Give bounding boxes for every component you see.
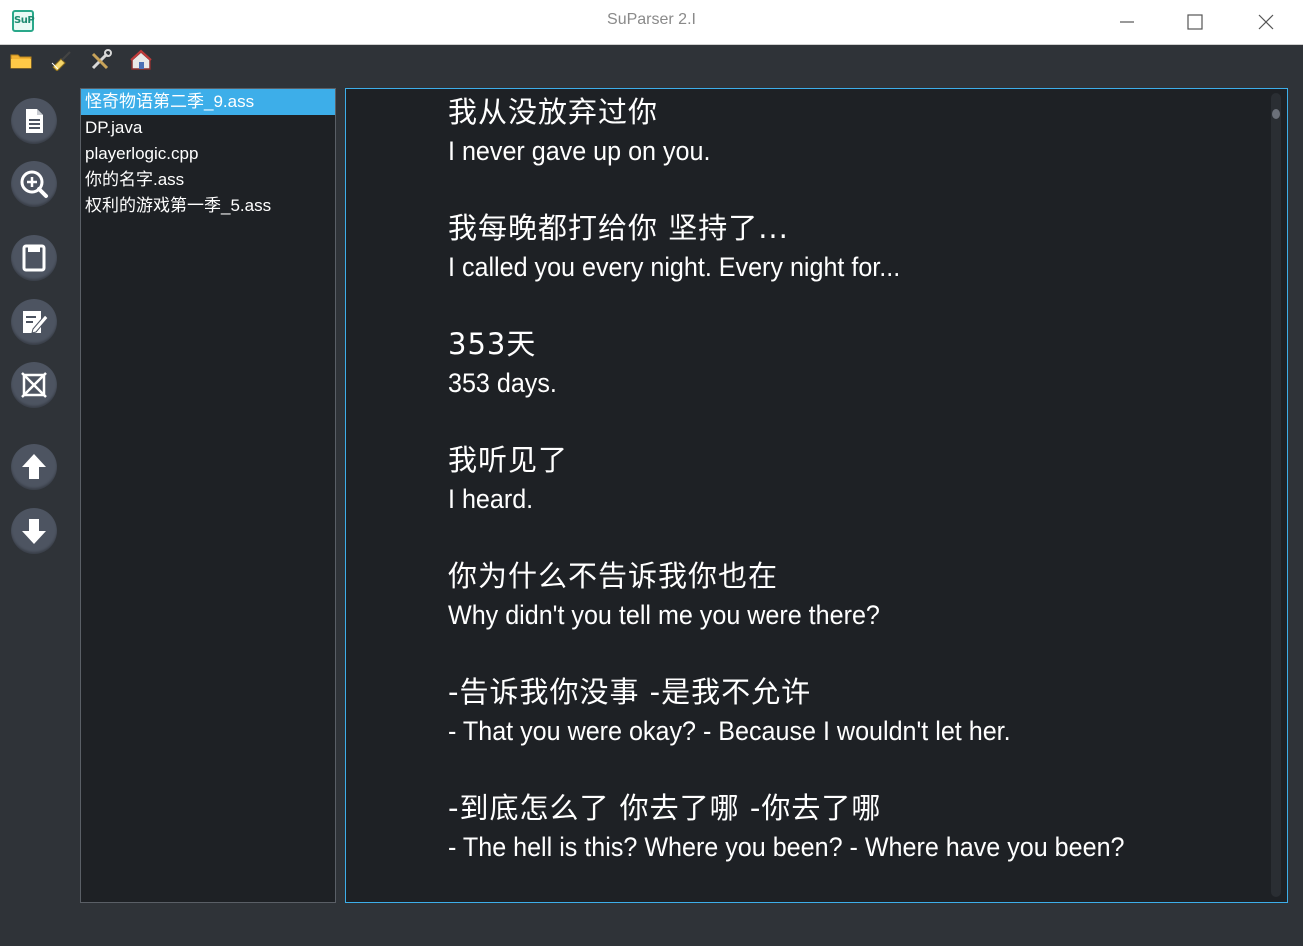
clear-icon bbox=[21, 372, 47, 398]
subtitle-chinese: 你为什么不告诉我你也在 bbox=[448, 559, 779, 593]
subtitle-chinese: 我从没放弃过你 bbox=[448, 95, 659, 129]
subtitle-chinese: -告诉我你没事 -是我不允许 bbox=[448, 675, 812, 709]
subtitle-entry: 你为什么不告诉我你也在 Why didn't you tell me you w… bbox=[448, 556, 912, 634]
scrollbar-thumb[interactable] bbox=[1272, 109, 1280, 119]
edit-button[interactable] bbox=[11, 299, 57, 345]
subtitle-english: Why didn't you tell me you were there? bbox=[448, 600, 880, 630]
minimize-icon bbox=[1120, 21, 1134, 23]
maximize-button[interactable] bbox=[1179, 7, 1211, 37]
subtitle-english: I never gave up on you. bbox=[448, 136, 711, 166]
folder-icon[interactable] bbox=[9, 49, 33, 71]
move-down-button[interactable] bbox=[11, 508, 57, 554]
up-arrow-icon bbox=[22, 454, 46, 479]
subtitle-english: I heard. bbox=[448, 484, 534, 514]
zoom-button[interactable] bbox=[11, 161, 57, 207]
clear-button[interactable] bbox=[11, 362, 57, 408]
file-list-item[interactable]: 你的名字.ass bbox=[81, 167, 335, 193]
subtitle-chinese: -到底怎么了 你去了哪 -你去了哪 bbox=[448, 791, 882, 825]
subtitle-chinese: 我每晚都打给你 坚持了... bbox=[448, 211, 789, 245]
close-button[interactable] bbox=[1250, 7, 1282, 37]
window-title: SuParser 2.I bbox=[607, 11, 696, 28]
file-list-item[interactable]: 权利的游戏第一季_5.ass bbox=[81, 193, 335, 219]
file-list[interactable]: 怪奇物语第二季_9.ass DP.java playerlogic.cpp 你的… bbox=[80, 88, 336, 903]
subtitle-entry: -告诉我你没事 -是我不允许 - That you were okay? - B… bbox=[448, 672, 1053, 750]
subtitle-viewer[interactable]: 我从没放弃过你 I never gave up on you. 我每晚都打给你 … bbox=[345, 88, 1288, 903]
open-document-button[interactable] bbox=[11, 98, 57, 144]
subtitle-entry: 我从没放弃过你 I never gave up on you. bbox=[448, 92, 730, 170]
tools-icon[interactable] bbox=[89, 49, 113, 71]
maximize-icon bbox=[1187, 14, 1203, 30]
subtitle-chinese: 我听见了 bbox=[448, 443, 569, 477]
move-up-button[interactable] bbox=[11, 444, 57, 490]
subtitle-entry: -到底怎么了 你去了哪 -你去了哪 - The hell is this? Wh… bbox=[448, 788, 1175, 866]
title-bar: SuP SuParser 2.I bbox=[0, 0, 1303, 45]
file-list-item[interactable]: 怪奇物语第二季_9.ass bbox=[81, 89, 335, 115]
close-icon bbox=[1258, 14, 1274, 30]
save-icon bbox=[22, 244, 46, 272]
document-icon bbox=[26, 109, 43, 133]
vertical-scrollbar[interactable] bbox=[1271, 93, 1281, 897]
save-button[interactable] bbox=[11, 235, 57, 281]
menu-bar bbox=[0, 45, 1303, 75]
subtitle-english: - The hell is this? Where you been? - Wh… bbox=[448, 832, 1125, 862]
subtitle-entry: 我听见了 I heard. bbox=[448, 440, 568, 518]
subtitle-english: - That you were okay? - Because I wouldn… bbox=[448, 716, 1011, 746]
subtitle-chinese: 353天 bbox=[448, 327, 537, 361]
subtitle-entry: 353天 353 days. bbox=[448, 324, 565, 402]
zoom-in-icon bbox=[20, 170, 48, 198]
file-list-item[interactable]: DP.java bbox=[81, 115, 335, 141]
home-help-icon[interactable] bbox=[129, 49, 153, 71]
clean-brush-icon[interactable] bbox=[49, 49, 73, 72]
minimize-button[interactable] bbox=[1111, 7, 1143, 37]
subtitle-english: 353 days. bbox=[448, 368, 557, 398]
edit-icon bbox=[23, 311, 49, 334]
down-arrow-icon bbox=[22, 519, 46, 544]
subtitle-english: I called you every night. Every night fo… bbox=[448, 252, 901, 282]
subtitle-entry: 我每晚都打给你 坚持了... I called you every night.… bbox=[448, 208, 934, 286]
file-list-item[interactable]: playerlogic.cpp bbox=[81, 141, 335, 167]
